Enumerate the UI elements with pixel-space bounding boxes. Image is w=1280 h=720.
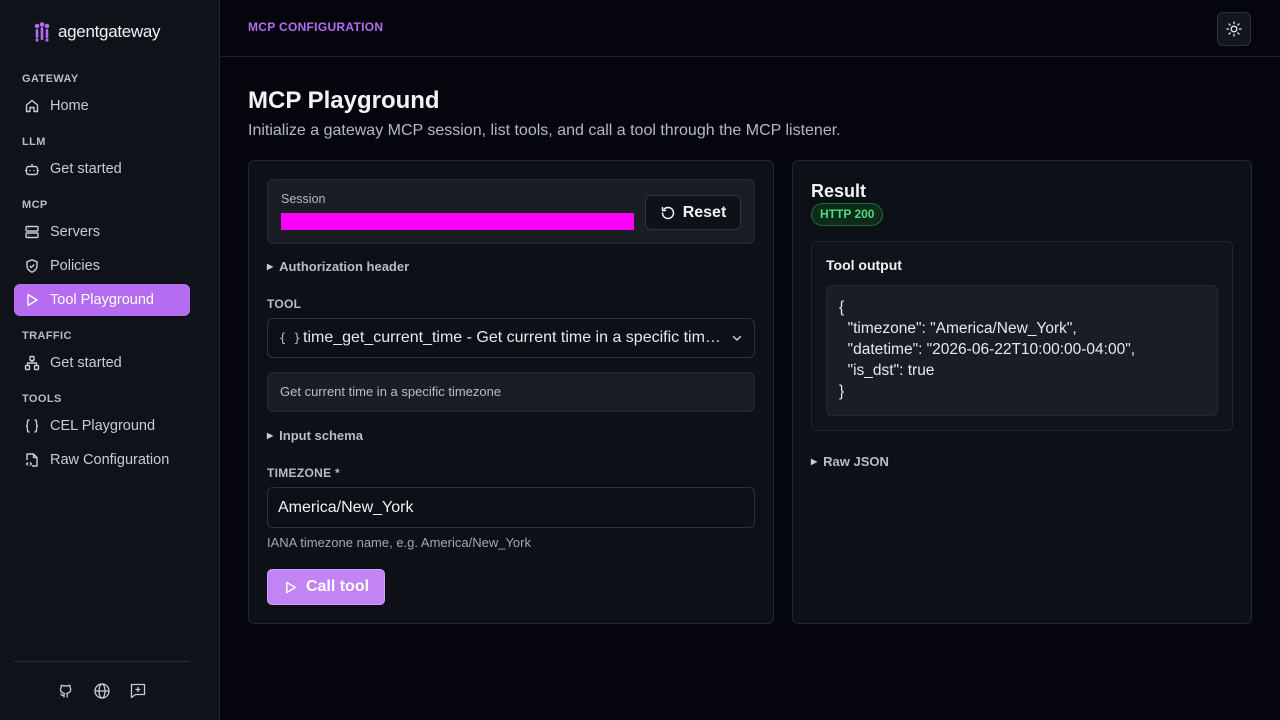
play-icon	[27, 293, 38, 307]
nav-group-title: GATEWAY	[22, 73, 79, 85]
reset-label: Reset	[682, 203, 727, 221]
input-schema-label: Input schema	[279, 428, 363, 443]
feedback-icon[interactable]	[129, 682, 147, 700]
sidebar-item-home[interactable]: Home	[14, 90, 190, 122]
tool-output-title: Tool output	[826, 257, 902, 273]
tool-select-value: time_get_current_time - Get current time…	[303, 329, 721, 346]
timezone-help-text: IANA timezone name, e.g. America/New_Yor…	[267, 535, 531, 550]
sidebar-footer	[14, 661, 190, 720]
nav-group-title: MCP	[22, 199, 48, 211]
sidebar-item-llm-get-started[interactable]: Get started	[14, 153, 190, 185]
agentgateway-logo-icon	[34, 22, 50, 42]
tool-field-label: TOOL	[267, 297, 302, 311]
triangle-right-icon: ▶	[267, 262, 274, 271]
call-tool-button[interactable]: Call tool	[267, 569, 385, 605]
sidebar-item-raw-configuration[interactable]: Raw Configuration	[14, 444, 190, 476]
sidebar-item-label: Servers	[50, 224, 100, 240]
bot-icon	[25, 164, 39, 176]
sidebar-item-traffic-get-started[interactable]: Get started	[14, 347, 190, 379]
raw-json-label: Raw JSON	[823, 454, 889, 469]
sidebar-item-servers[interactable]: Servers	[14, 216, 190, 248]
nav-group-title: LLM	[22, 136, 46, 148]
sidebar-item-label: Get started	[50, 161, 122, 177]
raw-json-toggle[interactable]: ▶ Raw JSON	[811, 454, 889, 469]
braces-icon	[25, 419, 39, 433]
rotate-ccw-icon	[661, 206, 674, 219]
nav-group-title: TRAFFIC	[22, 330, 72, 342]
brand-name: agentgateway	[58, 22, 161, 41]
shield-icon	[26, 259, 38, 273]
sidebar-item-label: Raw Configuration	[50, 452, 170, 468]
sun-icon	[1226, 21, 1242, 37]
nav-group-tools: TOOLS CEL Playground Raw Configuration	[0, 392, 220, 476]
brand[interactable]: agentgateway	[33, 22, 161, 42]
input-schema-toggle[interactable]: ▶ Input schema	[267, 428, 363, 443]
nav-group-traffic: TRAFFIC Get started	[0, 329, 220, 379]
session-panel: Session Reset	[267, 179, 755, 244]
globe-icon[interactable]	[93, 682, 111, 700]
nav-group-title: TOOLS	[22, 393, 62, 405]
tool-select[interactable]: { } time_get_current_time - Get current …	[267, 318, 755, 358]
reset-button[interactable]: Reset	[645, 195, 741, 230]
tool-output-code: { "timezone": "America/New_York", "datet…	[826, 285, 1218, 416]
authorization-header-label: Authorization header	[279, 259, 410, 274]
status-badge: HTTP 200	[811, 203, 884, 226]
timezone-field-label: TIMEZONE *	[267, 466, 341, 480]
nav-group-gateway: GATEWAY Home	[0, 72, 220, 122]
session-id-redacted	[281, 213, 634, 230]
page-title: MCP Playground	[248, 87, 440, 114]
timezone-input[interactable]	[267, 487, 755, 528]
sidebar-item-tool-playground[interactable]: Tool Playground	[14, 284, 190, 316]
triangle-right-icon: ▶	[811, 457, 818, 466]
triangle-right-icon: ▶	[267, 431, 274, 440]
sidebar-item-label: Home	[50, 98, 89, 114]
nav-group-llm: LLM Get started	[0, 135, 220, 185]
network-icon	[24, 355, 40, 371]
braces-icon: { }	[279, 331, 301, 345]
authorization-header-toggle[interactable]: ▶ Authorization header	[267, 259, 409, 274]
home-icon	[25, 99, 39, 113]
breadcrumb[interactable]: MCP CONFIGURATION	[248, 20, 383, 34]
result-card: Result HTTP 200 Tool output { "timezone"…	[792, 160, 1252, 624]
theme-toggle-button[interactable]	[1217, 12, 1251, 46]
sidebar-item-label: Tool Playground	[50, 292, 154, 308]
chevron-down-icon	[732, 335, 742, 341]
sidebar-item-cel-playground[interactable]: CEL Playground	[14, 410, 190, 442]
session-label: Session	[281, 192, 326, 206]
sidebar: agentgateway GATEWAY Home LLM Get starte…	[0, 0, 220, 720]
file-code-icon	[25, 453, 38, 467]
sidebar-item-label: Get started	[50, 355, 122, 371]
nav-group-mcp: MCP Servers Policies Tool Playground	[0, 198, 220, 316]
github-icon[interactable]	[57, 682, 75, 700]
topbar: MCP CONFIGURATION	[220, 0, 1280, 57]
tool-call-form-card: Session Reset ▶ Authorization header TOO…	[248, 160, 774, 624]
sidebar-item-policies[interactable]: Policies	[14, 250, 190, 282]
tool-description: Get current time in a specific timezone	[267, 372, 755, 412]
sidebar-item-label: CEL Playground	[50, 418, 156, 434]
sidebar-item-label: Policies	[50, 258, 100, 274]
server-icon	[25, 225, 39, 239]
result-title: Result	[811, 181, 867, 201]
tool-output-panel: Tool output { "timezone": "America/New_Y…	[811, 241, 1233, 431]
page-subtitle: Initialize a gateway MCP session, list t…	[248, 122, 841, 139]
call-tool-label: Call tool	[305, 578, 370, 595]
play-icon	[285, 581, 296, 593]
